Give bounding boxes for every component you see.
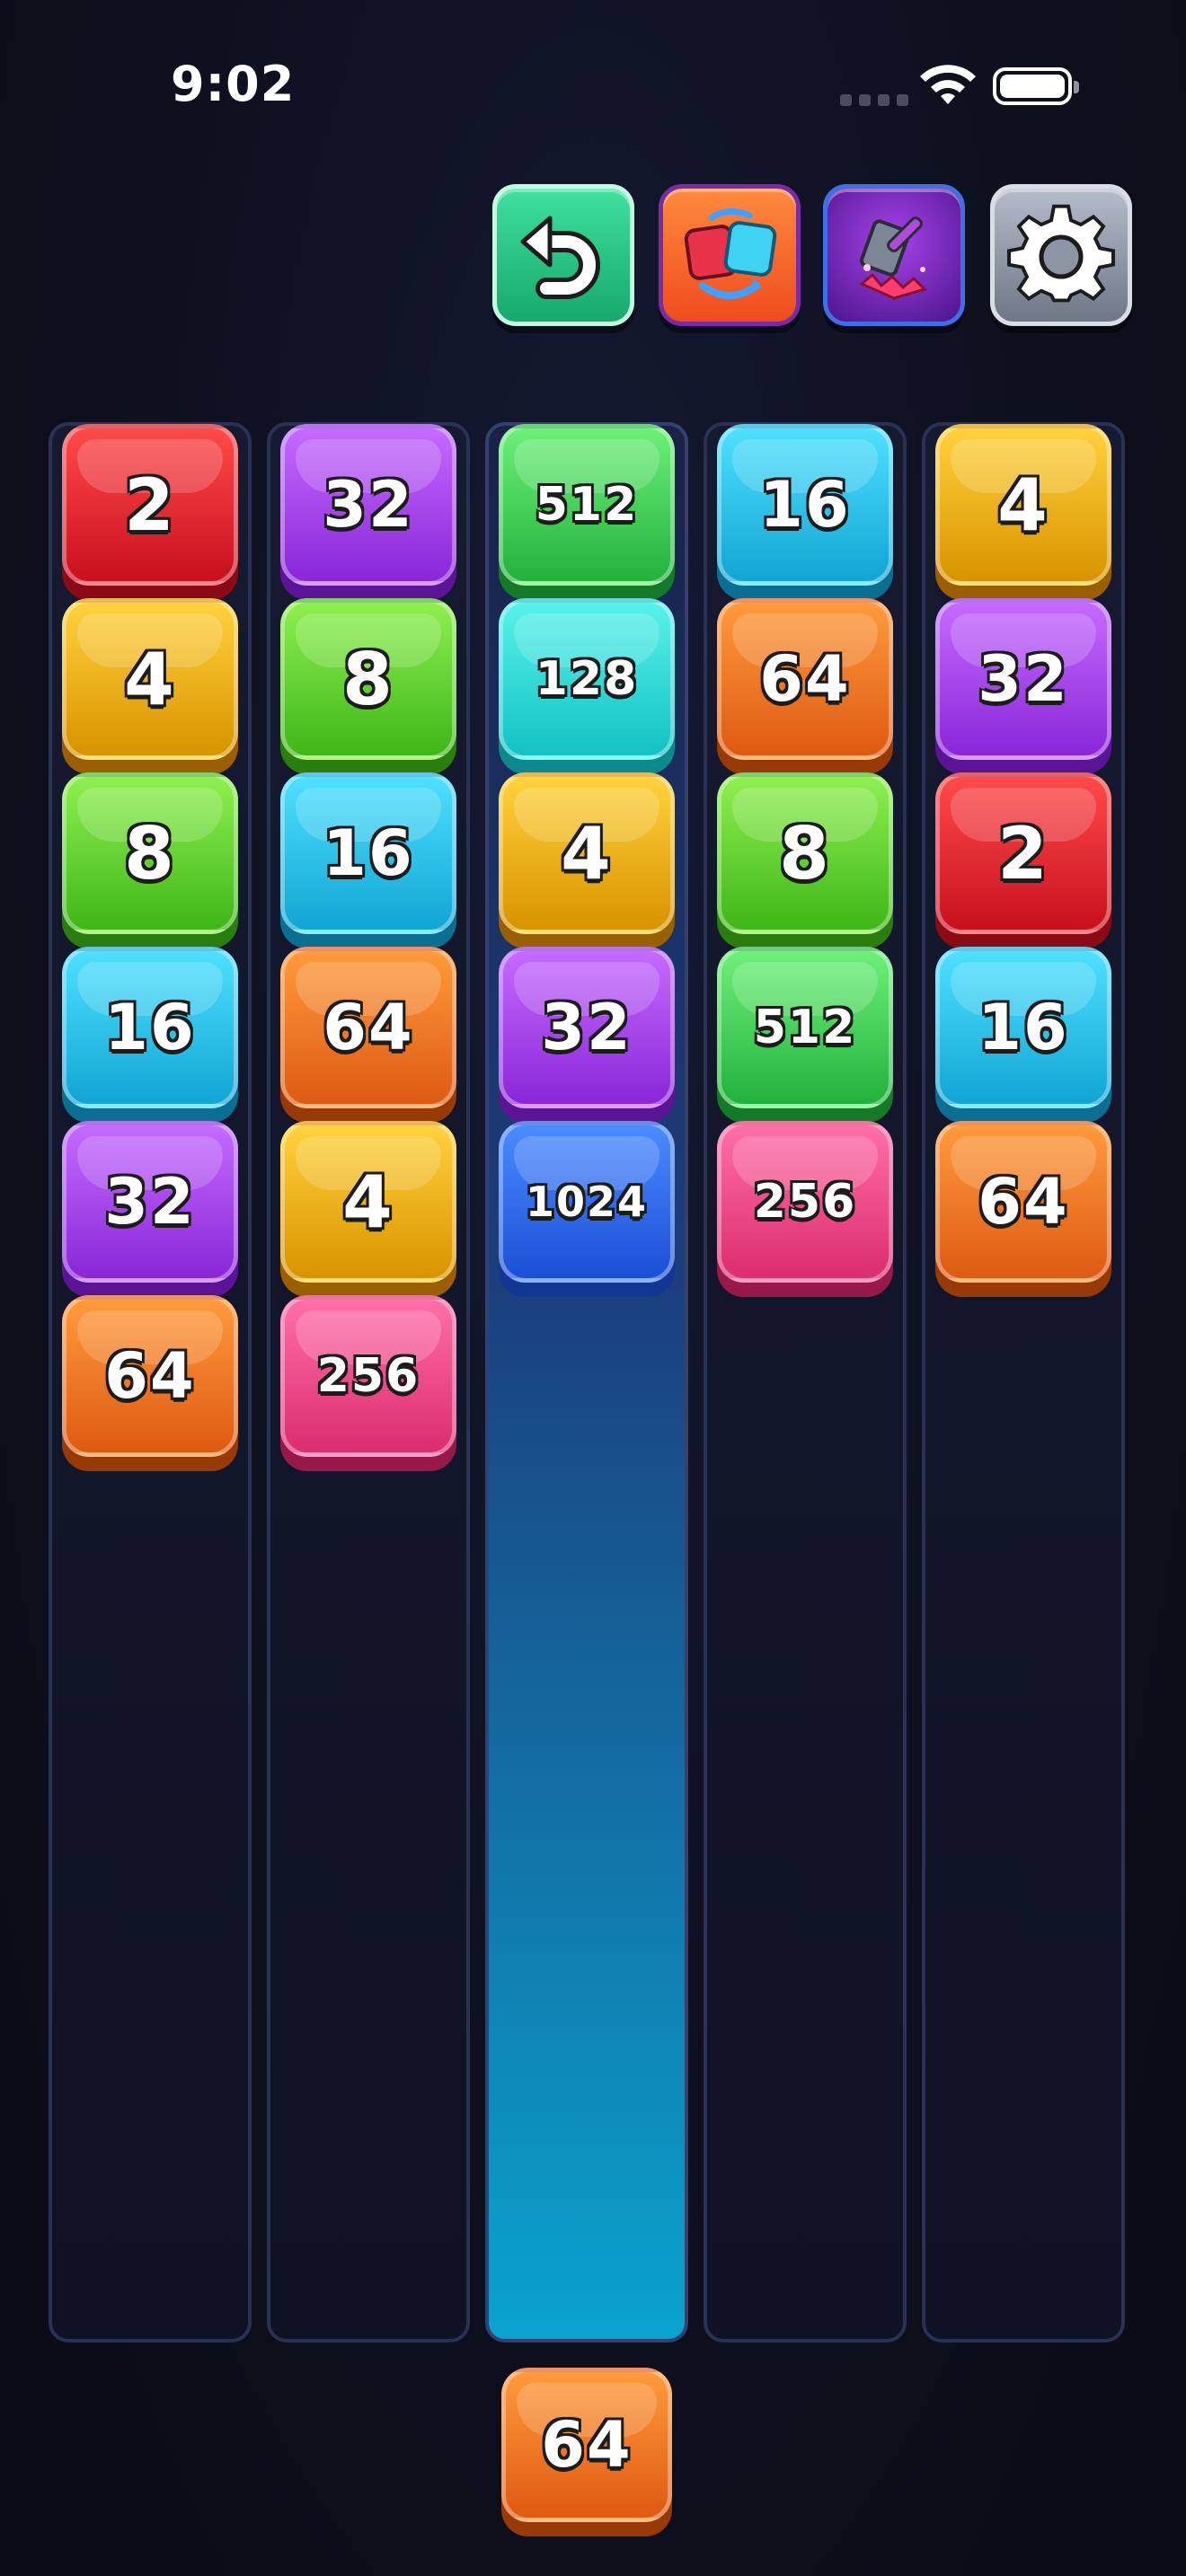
tile[interactable]: 512 (499, 424, 675, 586)
tile[interactable]: 4 (280, 1121, 456, 1283)
tile-value: 64 (759, 642, 851, 716)
tile[interactable]: 4 (935, 424, 1111, 586)
tile-value: 64 (978, 1165, 1069, 1239)
tile[interactable]: 32 (280, 424, 456, 586)
swap-button[interactable] (659, 184, 801, 326)
tile-value: 64 (323, 991, 414, 1064)
tile-value: 2 (997, 811, 1049, 895)
tile[interactable]: 2 (935, 772, 1111, 934)
tile[interactable]: 16 (62, 947, 238, 1108)
tile-value: 8 (779, 811, 831, 895)
settings-button[interactable] (990, 184, 1132, 326)
battery-icon (993, 67, 1079, 105)
tile[interactable]: 4 (62, 598, 238, 760)
tile-value: 64 (104, 1339, 196, 1413)
tile-value: 256 (753, 1175, 857, 1229)
tile-value: 16 (759, 468, 851, 542)
tile-value: 32 (978, 642, 1069, 716)
tile[interactable]: 16 (280, 772, 456, 934)
tile[interactable]: 256 (280, 1295, 456, 1457)
tile-value: 8 (124, 811, 176, 895)
undo-button[interactable] (492, 184, 634, 326)
tile-value: 4 (561, 811, 613, 895)
next-tile[interactable]: 64 (501, 2368, 672, 2522)
tile-value: 512 (753, 1001, 857, 1054)
tile-value: 1024 (525, 1178, 649, 1226)
tile[interactable]: 64 (935, 1121, 1111, 1283)
tile-value: 4 (997, 463, 1049, 547)
tile-value: 512 (535, 478, 639, 532)
tile[interactable]: 4 (499, 772, 675, 934)
hammer-button[interactable] (823, 184, 965, 326)
tile[interactable]: 16 (717, 424, 893, 586)
tile[interactable]: 1024 (499, 1121, 675, 1283)
status-time: 9:02 (171, 56, 296, 112)
tile[interactable]: 64 (280, 947, 456, 1108)
tile-value: 8 (342, 637, 394, 721)
tile-value: 16 (323, 816, 414, 890)
gear-icon (1007, 204, 1115, 303)
tile[interactable]: 2 (62, 424, 238, 586)
tile[interactable]: 32 (935, 598, 1111, 760)
tile-value: 16 (104, 991, 196, 1064)
wifi-icon (920, 65, 976, 104)
hammer-smash-icon (859, 216, 927, 300)
cellular-signal-icon (840, 94, 908, 106)
tile-value: 4 (342, 1160, 394, 1244)
tile-value: 32 (323, 468, 414, 542)
tile[interactable]: 16 (935, 947, 1111, 1108)
tile[interactable]: 32 (499, 947, 675, 1108)
status-bar: 9:02 (0, 0, 1186, 171)
tile-value: 16 (978, 991, 1069, 1064)
tile[interactable]: 8 (280, 598, 456, 760)
tile[interactable]: 8 (62, 772, 238, 934)
next-tile-value: 64 (541, 2408, 633, 2482)
tile[interactable]: 64 (717, 598, 893, 760)
tile-value: 256 (316, 1349, 420, 1403)
tile-value: 2 (124, 463, 176, 547)
tile[interactable]: 64 (62, 1295, 238, 1457)
tile[interactable]: 32 (62, 1121, 238, 1283)
swap-tiles-icon (684, 208, 777, 299)
tile[interactable]: 8 (717, 772, 893, 934)
tile[interactable]: 256 (717, 1121, 893, 1283)
tile-value: 32 (104, 1165, 196, 1239)
tile[interactable]: 128 (499, 598, 675, 760)
undo-arrow-icon (520, 216, 600, 299)
tile-value: 32 (541, 991, 633, 1064)
tile-value: 4 (124, 637, 176, 721)
tile[interactable]: 512 (717, 947, 893, 1108)
tile-value: 128 (535, 652, 639, 706)
